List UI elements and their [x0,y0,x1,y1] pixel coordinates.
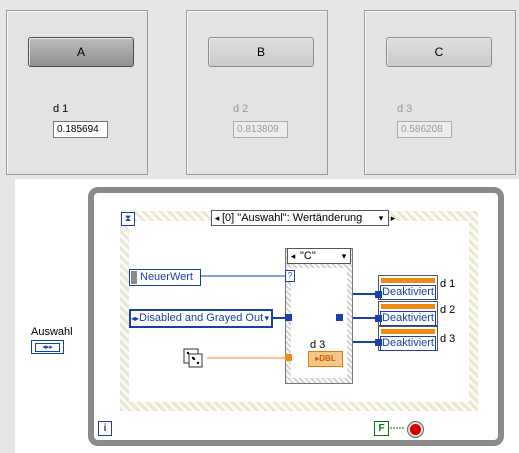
indicator-label-d2: d 2 [233,103,249,115]
indicator-d2: 0.813809 [233,121,288,138]
selector-dropdown-icon[interactable]: ▾ [376,211,386,225]
dbl-indicator[interactable]: ▸DBL [308,351,343,367]
selector-next-icon[interactable]: ▸ [388,211,398,225]
property-tag-d1: d 1 [440,278,456,290]
enum-tunnel-left [285,314,292,321]
newvalue-label: NeuerWert [140,271,193,283]
button-c[interactable]: C [386,37,492,67]
case-indicator-label: d 3 [310,339,326,351]
panel-a: A d 1 0.185694 [6,10,148,175]
property-value-d2: Deaktiviert [380,311,436,326]
property-node-d2[interactable]: Deaktiviert [378,301,438,326]
newvalue-node[interactable]: NeuerWert [129,269,201,286]
indicator-label-d1: d 1 [53,103,69,115]
event-case-selector[interactable]: ◂ [0] "Auswahl": Wertänderung ▾ ▸ [211,210,395,226]
panel-b: B d 2 0.813809 [186,10,328,175]
button-a[interactable]: A [28,37,134,67]
property-value-d1: Deaktiviert [380,285,436,300]
property-input-d3 [375,339,382,346]
indicator-d3: 0.586208 [397,121,452,138]
case-dropdown-icon[interactable]: ▾ [339,249,349,263]
double-tunnel [285,354,292,361]
stop-icon[interactable] [408,422,423,437]
button-b[interactable]: B [208,37,314,67]
indicator-label-d3: d 3 [397,103,413,115]
property-input-d1 [375,291,382,298]
iteration-terminal[interactable]: i [98,421,112,436]
property-node-d3[interactable]: Deaktiviert [378,326,438,351]
ring-dropdown-icon[interactable]: ▾ [264,311,269,326]
hourglass-icon: ⧗ [121,212,135,226]
ring-constant[interactable]: ◂▸Disabled and Grayed Out ▾ [129,309,273,328]
event-case-label: [0] "Auswahl": Wertänderung [222,212,363,224]
auswahl-terminal[interactable]: ◂▸▸ [31,340,64,354]
enum-glyph-icon: ◂▸▸ [35,343,60,352]
property-value-d3: Deaktiviert [380,336,436,351]
selector-prev-icon[interactable]: ◂ [212,211,222,225]
false-constant[interactable]: F [374,421,389,436]
indicator-d1: 0.185694 [53,121,108,138]
case-selector-terminal: ? [285,270,295,282]
case-selector[interactable]: ◂ "C" ▾ [287,248,351,264]
case-label: "C" [300,250,316,262]
property-tag-d3: d 3 [440,333,456,345]
auswahl-label: Auswahl [31,326,73,338]
property-tag-d2: d 2 [440,304,456,316]
panel-c: C d 3 0.586208 [364,10,516,175]
property-input-d2 [375,315,382,322]
ring-arrow-icon[interactable]: ◂▸ [131,314,139,323]
property-node-d1[interactable]: Deaktiviert [378,275,438,300]
dice-icon[interactable] [182,347,204,369]
case-prev-icon[interactable]: ◂ [288,249,298,263]
dbl-label: DBL [319,354,336,363]
ring-value: Disabled and Grayed Out [139,312,264,324]
enum-tunnel-right [336,314,343,321]
